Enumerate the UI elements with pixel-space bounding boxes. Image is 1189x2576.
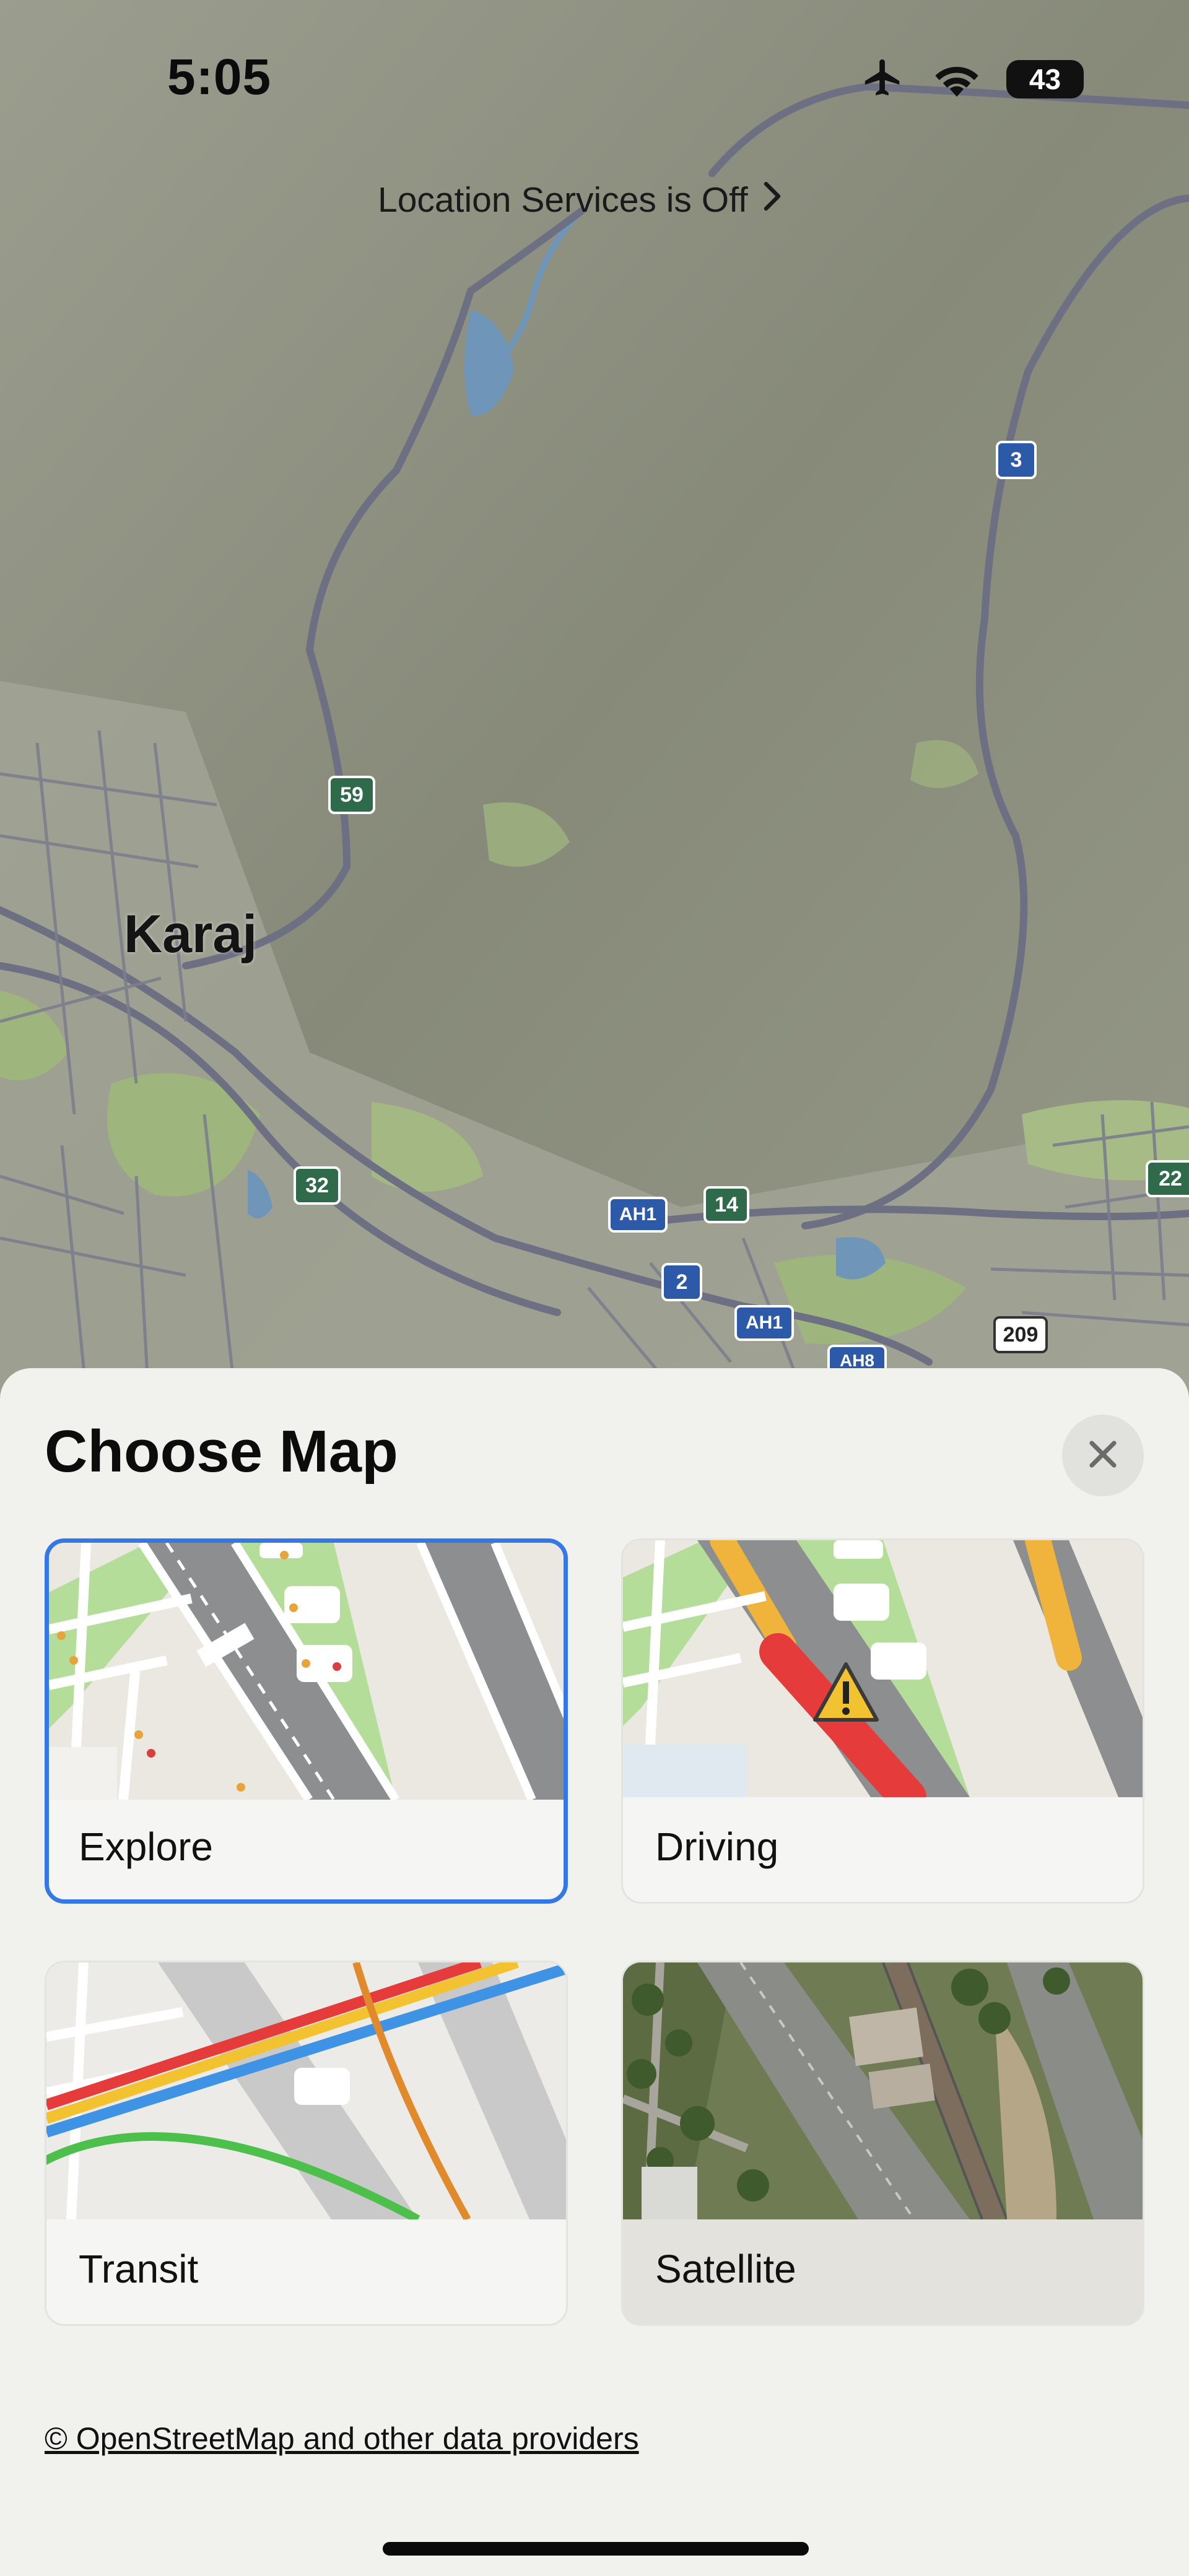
sheet-title: Choose Map bbox=[45, 1418, 398, 1485]
close-button[interactable] bbox=[1062, 1415, 1144, 1496]
chevron-right-icon bbox=[763, 180, 782, 220]
road-shield-14: 14 bbox=[703, 1186, 749, 1223]
battery-icon: 43 bbox=[1006, 59, 1084, 98]
explore-thumbnail bbox=[49, 1543, 564, 1800]
city-label: Karaj bbox=[124, 904, 258, 964]
map-option-label: Explore bbox=[79, 1824, 213, 1869]
airplane-icon bbox=[859, 56, 907, 102]
road-shield-59: 59 bbox=[328, 776, 375, 814]
home-indicator[interactable] bbox=[383, 2542, 809, 2556]
road-shield-209: 209 bbox=[993, 1316, 1048, 1353]
map-option-label: Satellite bbox=[655, 2247, 796, 2291]
road-shield-3: 3 bbox=[996, 441, 1037, 479]
map-option-label: Transit bbox=[79, 2247, 199, 2291]
status-bar: 5:05 43 bbox=[0, 0, 1189, 142]
map-option-satellite[interactable]: Satellite bbox=[621, 1961, 1144, 2326]
map-option-transit[interactable]: Transit bbox=[45, 1961, 568, 2326]
driving-thumbnail bbox=[623, 1540, 1143, 1797]
map-option-driving[interactable]: Driving bbox=[621, 1538, 1144, 1904]
attribution-link[interactable]: © OpenStreetMap and other data providers bbox=[45, 2421, 639, 2457]
map-option-label: Driving bbox=[655, 1824, 779, 1869]
location-services-banner[interactable]: Location Services is Off bbox=[378, 180, 782, 220]
road-shield-22: 22 bbox=[1146, 1160, 1189, 1197]
status-time: 5:05 bbox=[167, 49, 272, 105]
battery-level: 43 bbox=[1029, 63, 1061, 95]
map-option-explore[interactable]: Explore bbox=[45, 1538, 568, 1904]
road-shield-ah1: AH1 bbox=[608, 1197, 668, 1233]
choose-map-sheet: Choose Map Explore Driving Transit Satel… bbox=[0, 1368, 1189, 2576]
location-services-label: Location Services is Off bbox=[378, 180, 748, 220]
road-shield-32: 32 bbox=[294, 1166, 341, 1205]
road-shield-2: 2 bbox=[661, 1263, 702, 1301]
wifi-icon bbox=[931, 57, 983, 101]
transit-thumbnail bbox=[46, 1962, 566, 2219]
satellite-thumbnail bbox=[623, 1962, 1143, 2219]
road-shield-ah1-south: AH1 bbox=[734, 1305, 794, 1341]
close-icon bbox=[1084, 1436, 1121, 1476]
status-icons: 43 bbox=[859, 56, 1084, 102]
